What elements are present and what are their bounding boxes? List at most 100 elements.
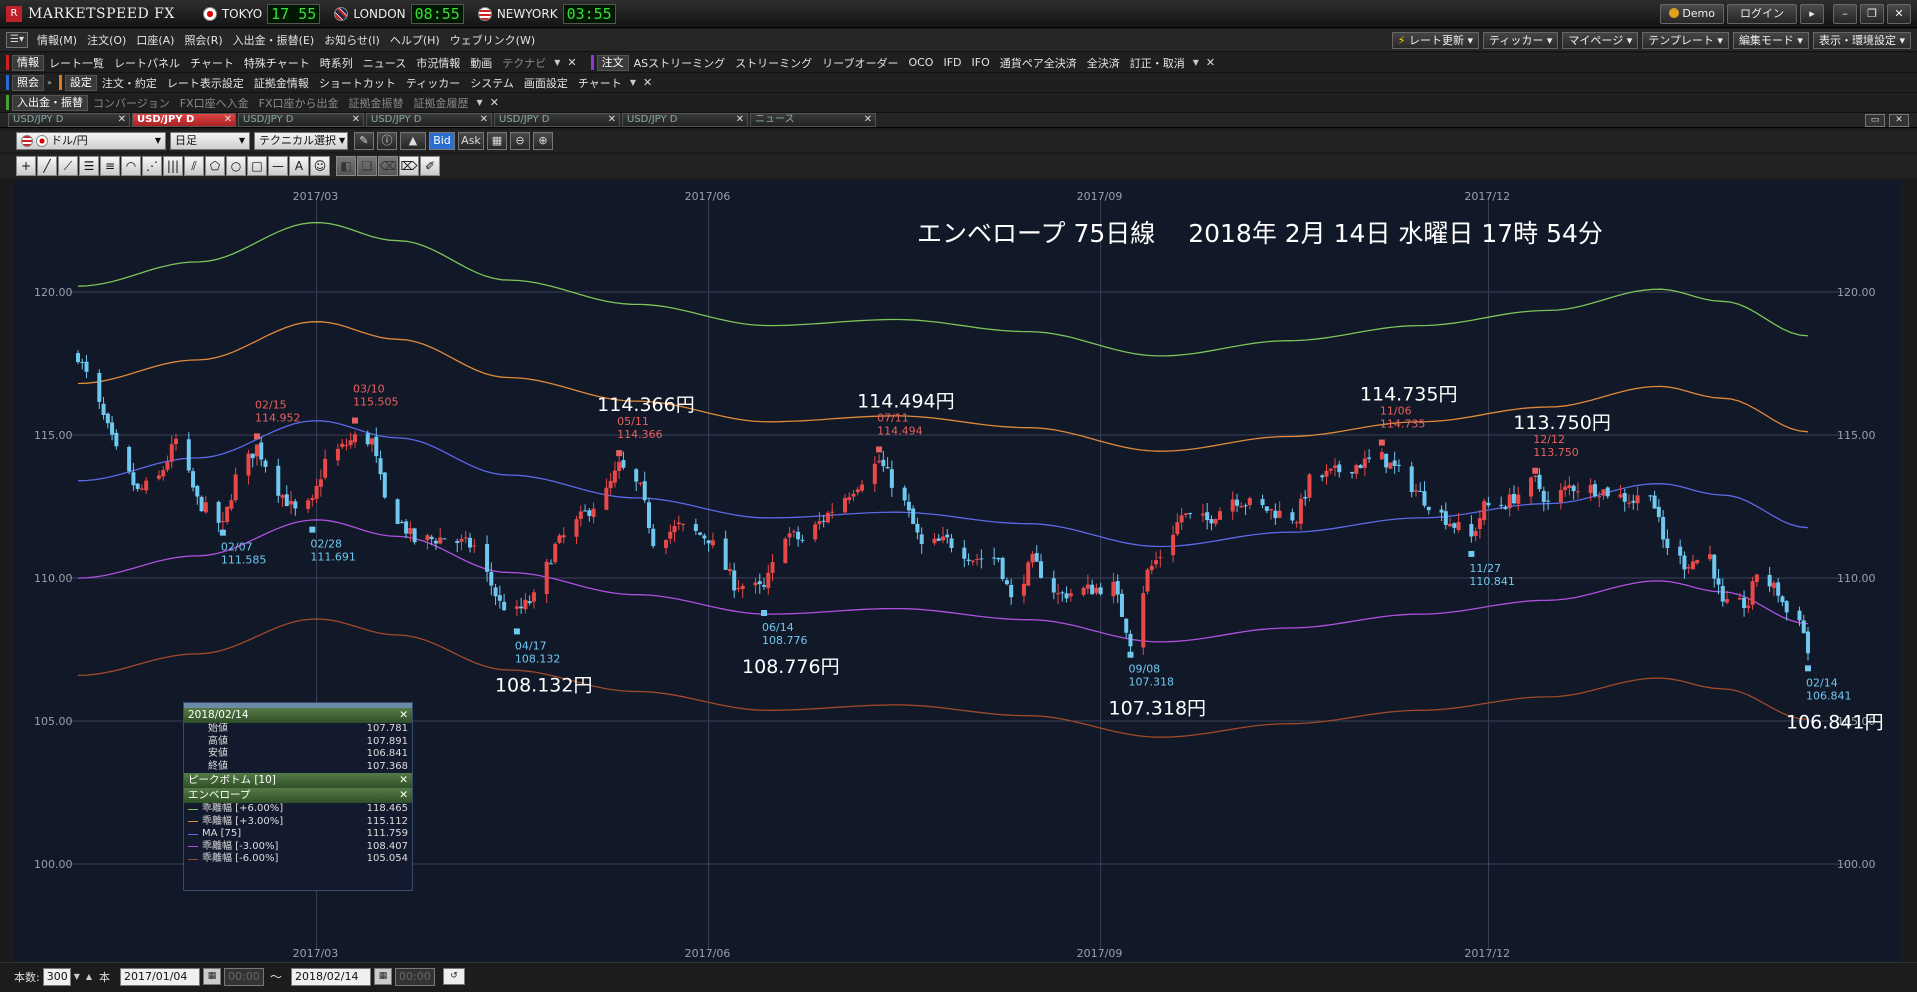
ifo-button[interactable]: IFO <box>967 56 995 69</box>
pair-close-all-button[interactable]: 通貨ペア全決済 <box>995 55 1082 71</box>
margin-history-button[interactable]: 証拠金履歴 <box>409 95 474 111</box>
bid-toggle[interactable]: Bid <box>429 132 455 150</box>
erase-all-icon[interactable]: ✐ <box>420 156 440 176</box>
mypage-button[interactable]: マイページ ▾ <box>1562 31 1639 49</box>
menu-order[interactable]: 注文(O) <box>82 32 131 48</box>
zoom-out-icon[interactable]: ⊖ <box>510 132 530 150</box>
to-time-input[interactable]: 00:00 <box>395 967 436 986</box>
copy-icon[interactable]: ❏ <box>357 156 377 176</box>
chevron-down-icon[interactable]: ▼ <box>627 78 639 87</box>
circle-icon[interactable]: ○ <box>226 156 246 176</box>
ifd-button[interactable]: IFD <box>938 56 966 69</box>
streaming-button[interactable]: ストリーミング <box>730 55 817 71</box>
close-icon[interactable]: ✕ <box>563 56 580 69</box>
timeframe-select[interactable]: 日足 ▼ <box>170 132 250 150</box>
close-icon[interactable]: ✕ <box>864 114 872 126</box>
chevron-down-icon[interactable]: ▼ <box>474 98 486 107</box>
area-chart-icon[interactable]: ▲ <box>400 132 426 150</box>
chart-button[interactable]: チャート <box>185 55 239 71</box>
tab-chart-2[interactable]: USD/JPY D ✕ <box>132 113 236 127</box>
display-settings-button[interactable]: 表示・環境設定 ▾ <box>1812 31 1911 49</box>
ask-toggle[interactable]: Ask <box>458 132 484 150</box>
pitchfork-icon[interactable]: ⫽ <box>184 156 204 176</box>
login-arrow-icon[interactable]: ▸ <box>1800 3 1824 24</box>
as-streaming-button[interactable]: ASストリーミング <box>629 55 731 71</box>
chevron-down-icon[interactable]: ▼ <box>1190 58 1202 67</box>
calendar-icon[interactable]: ▦ <box>374 968 393 985</box>
technical-select[interactable]: テクニカル選択 ▼ <box>254 132 348 150</box>
pentagon-icon[interactable]: ⬠ <box>205 156 225 176</box>
crosshair-icon[interactable]: + <box>16 156 36 176</box>
margin-info-button[interactable]: 証拠金情報 <box>249 75 314 91</box>
pencil-icon[interactable]: ✎ <box>354 132 374 150</box>
zoom-in-icon[interactable]: ⊕ <box>533 132 553 150</box>
close-icon[interactable]: ✕ <box>480 114 488 126</box>
restore-icon[interactable]: ❐ <box>1860 3 1884 24</box>
market-info-button[interactable]: 市況情報 <box>411 55 465 71</box>
withdraw-fx-button[interactable]: FX口座から出金 <box>254 95 344 111</box>
chevron-down-icon[interactable]: ▼ <box>551 58 563 67</box>
ticker-settings-button[interactable]: ティッカー <box>401 75 465 91</box>
from-time-input[interactable]: 00:00 <box>224 967 265 986</box>
login-button[interactable]: ログイン <box>1727 3 1797 24</box>
tab-news[interactable]: ニュース ✕ <box>750 113 876 127</box>
chart-area[interactable]: 120.00 120.00 115.00 115.00 110.00 110.00 105.… <box>14 180 1901 963</box>
vertical-lines-icon[interactable]: ||| <box>163 156 183 176</box>
chart-settings-icon[interactable]: ▦ <box>487 132 507 150</box>
oco-button[interactable]: OCO <box>903 56 938 69</box>
close-all-button[interactable]: 全決済 <box>1082 55 1125 71</box>
template-button[interactable]: テンプレート ▾ <box>1642 31 1729 49</box>
from-date-input[interactable]: 2017/01/04 <box>120 967 201 986</box>
close-icon[interactable]: ✕ <box>224 114 232 126</box>
currency-pair-select[interactable]: ドル/円 ▼ <box>16 132 166 150</box>
close-icon[interactable]: ✕ <box>486 96 503 109</box>
close-icon[interactable]: ✕ <box>118 114 126 126</box>
demo-button[interactable]: Demo <box>1660 3 1724 24</box>
menu-account[interactable]: 口座(A) <box>131 32 179 48</box>
to-date-input[interactable]: 2018/02/14 <box>291 967 372 986</box>
calendar-icon[interactable]: ▦ <box>203 968 222 985</box>
deposit-fx-button[interactable]: FX口座へ入金 <box>175 95 254 111</box>
special-chart-button[interactable]: 特殊チャート <box>239 55 315 71</box>
trendline-icon[interactable]: ╱ <box>37 156 57 176</box>
menu-transfer[interactable]: 入出金・振替(E) <box>228 32 320 48</box>
shortcut-button[interactable]: ショートカット <box>314 75 401 91</box>
info-icon[interactable]: ⓘ <box>377 132 397 150</box>
close-icon[interactable]: ✕ <box>1889 113 1909 127</box>
parallel-lines-icon[interactable]: ≡ <box>100 156 120 176</box>
tab-chart-4[interactable]: USD/JPY D ✕ <box>366 113 492 127</box>
menu-list-icon[interactable]: ☰▾ <box>6 32 28 48</box>
rate-update-button[interactable]: ⚡ レート更新 ▾ <box>1391 31 1480 49</box>
tab-chart-3[interactable]: USD/JPY D ✕ <box>238 113 364 127</box>
close-icon[interactable]: ✕ <box>1202 56 1219 69</box>
close-icon[interactable]: ✕ <box>399 708 408 722</box>
rate-display-settings-button[interactable]: レート表示設定 <box>162 75 249 91</box>
menu-help[interactable]: ヘルプ(H) <box>385 32 445 48</box>
horizontal-lines-icon[interactable]: ☰ <box>79 156 99 176</box>
delete-icon[interactable]: ⌫ <box>378 156 398 176</box>
conversion-button[interactable]: コンバージョン <box>88 95 175 111</box>
time-series-button[interactable]: 時系列 <box>315 55 358 71</box>
eraser-icon[interactable]: ⌦ <box>399 156 419 176</box>
fan-icon[interactable]: ⋰ <box>142 156 162 176</box>
close-icon[interactable]: ✕ <box>608 114 616 126</box>
news-button[interactable]: ニュース <box>358 55 411 71</box>
select-icon[interactable]: ◧ <box>336 156 356 176</box>
close-icon[interactable]: ✕ <box>639 76 656 89</box>
rate-panel-button[interactable]: レートパネル <box>109 55 185 71</box>
text-icon[interactable]: A <box>289 156 309 176</box>
close-icon[interactable]: ✕ <box>1887 3 1911 24</box>
count-stepper-up-icon[interactable]: ▲ <box>83 972 95 981</box>
minimize-icon[interactable]: – <box>1833 3 1857 24</box>
margin-transfer-button[interactable]: 証拠金振替 <box>344 95 409 111</box>
horizontal-line-icon[interactable]: — <box>268 156 288 176</box>
edit-mode-button[interactable]: 編集モード ▾ <box>1732 31 1809 49</box>
refresh-icon[interactable]: ↺ <box>443 968 466 985</box>
ticker-button[interactable]: ティッカー ▾ <box>1483 31 1559 49</box>
fibonacci-arc-icon[interactable]: ◠ <box>121 156 141 176</box>
modify-cancel-button[interactable]: 訂正・取消 <box>1125 55 1190 71</box>
screen-settings-button[interactable]: 画面設定 <box>519 75 573 91</box>
menu-info[interactable]: 情報(M) <box>32 32 82 48</box>
maximize-icon[interactable]: ▭ <box>1865 113 1885 127</box>
stamp-icon[interactable]: ☺ <box>310 156 330 176</box>
